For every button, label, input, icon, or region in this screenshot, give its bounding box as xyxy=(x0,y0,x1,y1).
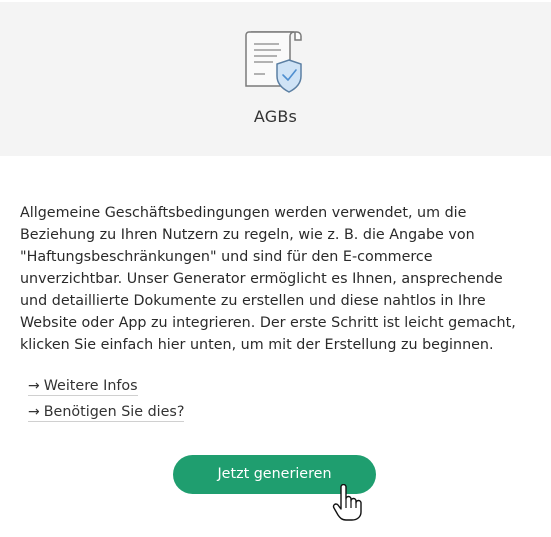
agb-card: AGBs Allgemeine Geschäftsbedingungen wer… xyxy=(0,0,551,537)
arrow-right-icon: → xyxy=(28,404,40,420)
need-this-link-label: Benötigen Sie dies? xyxy=(43,404,185,420)
more-info-link-label: Weitere Infos xyxy=(43,378,138,394)
document-shield-icon xyxy=(245,31,302,93)
card-description: Allgemeine Geschäftsbedingungen werden v… xyxy=(20,205,516,353)
card-header: AGBs xyxy=(0,0,551,156)
arrow-right-icon: → xyxy=(28,378,40,394)
need-this-link[interactable]: → Benötigen Sie dies? xyxy=(28,404,185,422)
card-title: AGBs xyxy=(253,107,298,126)
more-info-link[interactable]: → Weitere Infos xyxy=(28,378,138,396)
hand-pointer-cursor-icon xyxy=(332,484,362,521)
